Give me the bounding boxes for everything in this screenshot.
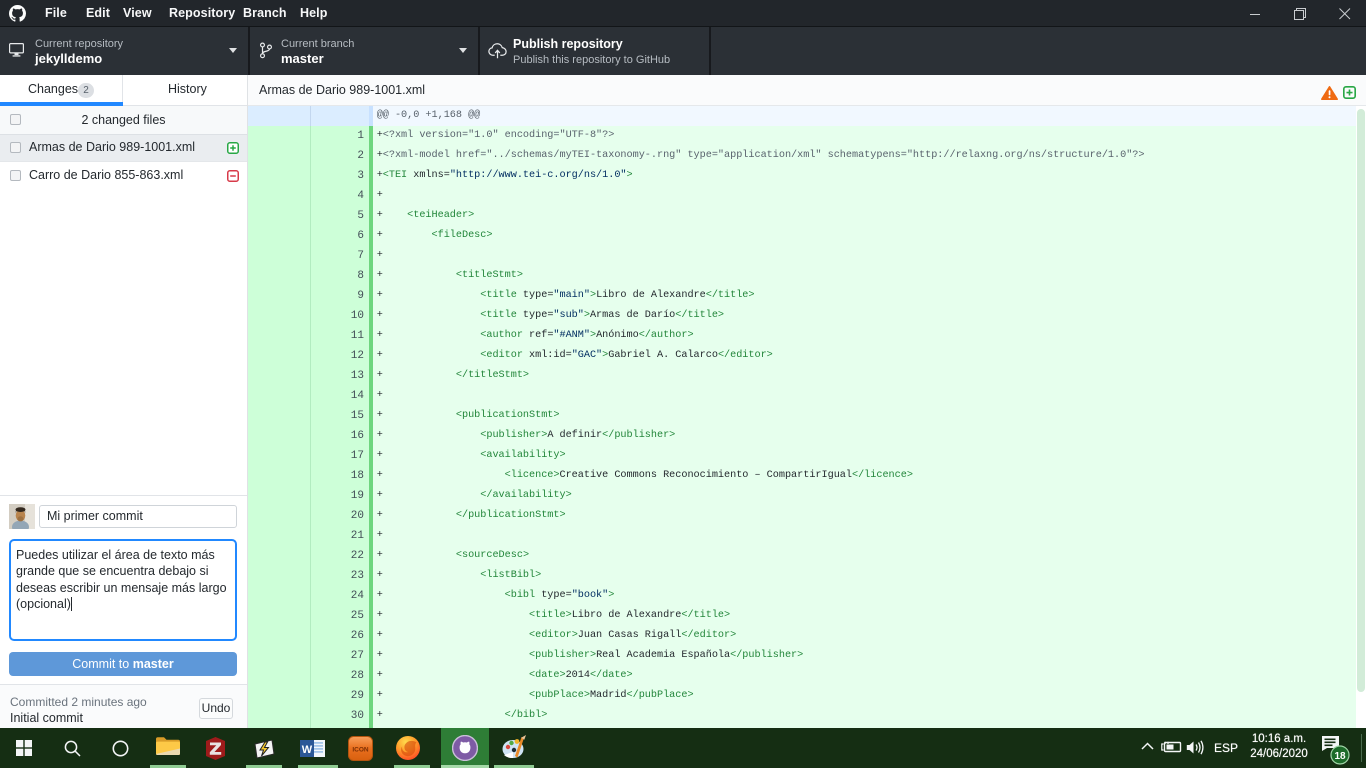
svg-text:18: 18: [1334, 751, 1346, 762]
svg-text:ICON: ICON: [352, 747, 369, 754]
svg-text:W: W: [302, 744, 313, 756]
